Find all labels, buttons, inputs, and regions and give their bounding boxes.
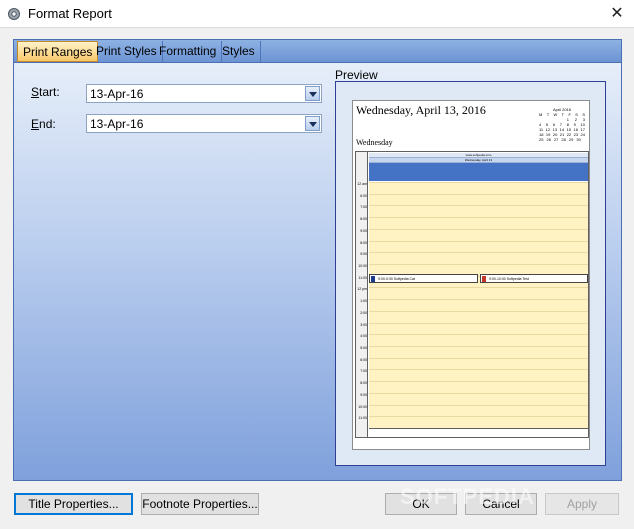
start-date-value: 13-Apr-16: [90, 87, 144, 101]
slot-divider: [369, 334, 588, 336]
time-label: 6:00: [360, 193, 367, 198]
slot-divider: [369, 369, 588, 371]
slot-divider: [369, 193, 588, 195]
preview-frame: Wednesday, April 13, 2016 Wednesday Apri…: [335, 81, 606, 466]
calendar-cell: W: [553, 112, 558, 117]
calendar-cell: 28: [561, 137, 566, 142]
slot-divider: [369, 346, 588, 347]
time-label: 2:00: [360, 310, 367, 315]
calendar-cell: 29: [568, 137, 574, 142]
calendar-cell: 25: [539, 137, 544, 142]
time-label: 10:00: [358, 264, 367, 268]
slot-divider: [369, 357, 588, 359]
appointment-marker: [482, 276, 486, 282]
time-label: 9:00: [360, 252, 367, 257]
time-label: 1:00: [360, 299, 367, 304]
time-label: 7:00: [360, 205, 367, 210]
all-day-band: [369, 163, 588, 181]
page-subtitle: Wednesday: [356, 138, 393, 147]
calendar-cell: 26: [546, 137, 551, 142]
appointment-marker: [371, 276, 375, 282]
time-label: 6:00: [360, 357, 367, 362]
time-label: 7:00: [360, 369, 367, 374]
mini-calendar-week: 25 26 27 28 29 30: [539, 137, 585, 142]
slot-divider: [369, 404, 588, 406]
time-label: 5:00: [360, 346, 367, 350]
time-label: 11:00: [358, 275, 368, 280]
watermark: SOFTPEDIA: [400, 484, 535, 509]
slot-divider: [369, 205, 588, 207]
page-title: Wednesday, April 13, 2016: [356, 103, 486, 117]
tab-print-ranges[interactable]: Print Ranges: [17, 41, 99, 62]
title-bar: Format Report ✕: [0, 0, 634, 28]
apply-button[interactable]: Apply: [545, 493, 619, 515]
end-date-combo[interactable]: 13-Apr-16: [86, 114, 322, 133]
calendar-cell: T: [546, 112, 550, 117]
slot-divider: [369, 182, 588, 183]
slot-divider: [369, 299, 588, 301]
slot-divider: [369, 322, 588, 324]
time-label: 8:00: [360, 381, 367, 386]
appointment: 9:00-10:00 Softpedia Test: [480, 274, 588, 283]
time-label: 8:00: [360, 240, 367, 245]
grid-footer: [369, 428, 588, 437]
calendar-cell: 30: [576, 137, 581, 142]
time-label: 3:00: [360, 322, 367, 327]
slot-divider: [369, 240, 588, 242]
gear-icon: [8, 8, 20, 20]
time-label: 9:00: [360, 228, 367, 233]
day-grid: www.softpedia.com Wednesday, April 13 9:…: [355, 151, 589, 438]
slot-divider: [369, 264, 588, 265]
time-label: 12 pm: [357, 287, 367, 292]
time-label: 9:00: [360, 392, 367, 397]
slot-divider: [369, 228, 588, 230]
tab-print-styles[interactable]: Print Styles: [91, 41, 163, 62]
mini-calendar: April 2016 MTWTFSS 1 2 3 4 5 6 7 8 9 10 11 12 13 14 15…: [539, 107, 585, 142]
tab-strip: Print Ranges Print Styles Formatting Sty…: [13, 39, 622, 62]
time-label: 12 am: [357, 182, 367, 186]
time-label: 8:00: [360, 217, 367, 222]
appointment: 9:00-9:30 Softpedia Cat: [369, 274, 478, 283]
start-label: Start:: [31, 85, 60, 99]
chevron-down-icon[interactable]: [305, 116, 320, 131]
time-label: 10:00: [358, 404, 367, 409]
title-properties-button[interactable]: Title Properties...: [14, 493, 133, 515]
calendar-cell: 27: [553, 137, 559, 142]
slot-divider: [369, 392, 588, 394]
slot-divider: [369, 381, 588, 383]
end-date-value: 13-Apr-16: [90, 117, 144, 131]
close-button[interactable]: ✕: [600, 0, 634, 28]
print-ranges-panel: Start: 13-Apr-16 End: 13-Apr-16 Preview …: [13, 62, 622, 481]
slot-divider: [369, 310, 588, 312]
calendar-cell: [584, 137, 585, 142]
window-title: Format Report: [28, 6, 112, 21]
calendar-cell: T: [561, 112, 565, 117]
slot-divider: [369, 217, 588, 219]
preview-label: Preview: [335, 68, 378, 82]
time-label: 4:00: [360, 334, 367, 339]
tab-formatting[interactable]: Formatting: [154, 41, 223, 62]
chevron-down-icon[interactable]: [305, 86, 320, 101]
footnote-properties-button[interactable]: Footnote Properties...: [141, 493, 259, 515]
time-slots: [369, 182, 588, 428]
time-label: 11:00: [358, 416, 368, 421]
slot-divider: [369, 287, 588, 289]
start-date-combo[interactable]: 13-Apr-16: [86, 84, 322, 103]
preview-page: Wednesday, April 13, 2016 Wednesday Apri…: [352, 100, 590, 450]
slot-divider: [369, 416, 588, 418]
tab-styles[interactable]: Styles: [217, 41, 261, 62]
slot-divider: [369, 252, 588, 254]
end-label: End:: [31, 117, 56, 131]
